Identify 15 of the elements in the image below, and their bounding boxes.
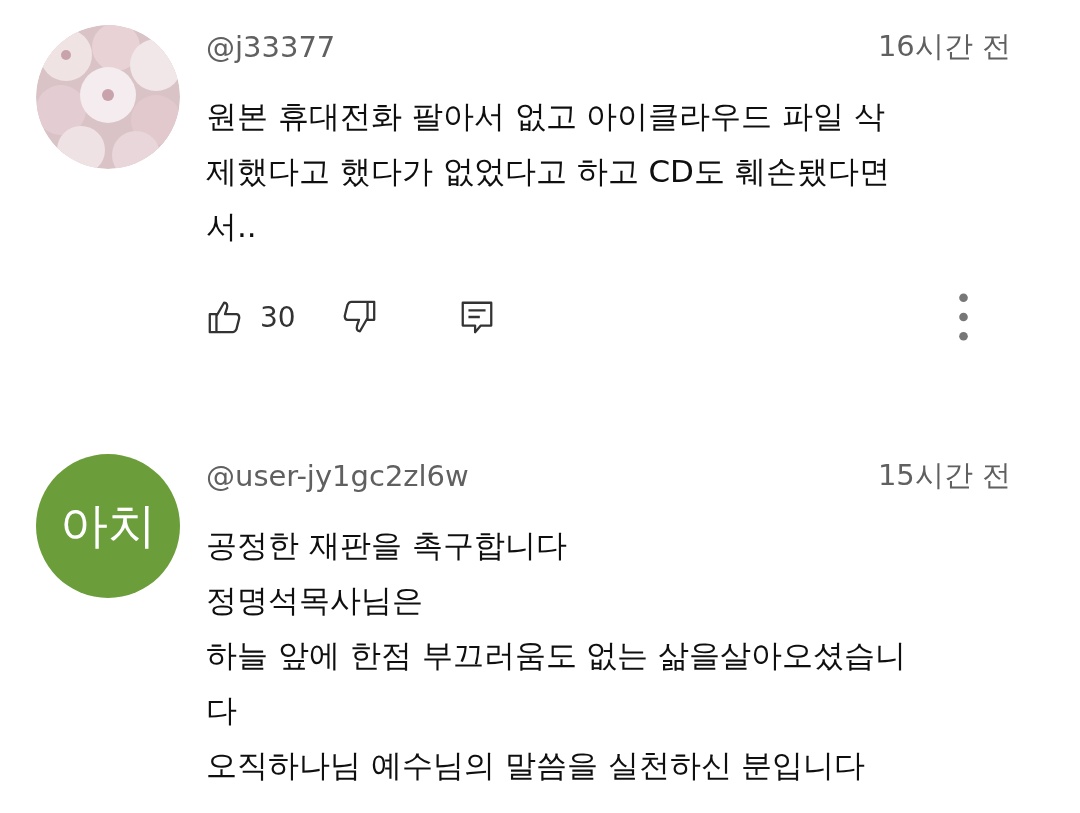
comment-line: 서..: [206, 207, 257, 246]
comment-line: 원본 휴대전화 팔아서 없고 아이클라우드 파일 삭: [206, 97, 886, 136]
comment-line: 다: [206, 691, 237, 730]
avatar[interactable]: 아치: [36, 454, 180, 598]
comment-line: 제했다고 했다가 없었다고 하고 CD도 훼손됐다면: [206, 152, 890, 191]
comment-line: 공정한 재판을 촉구합니다: [206, 526, 567, 565]
comment-line: 오직하나님 예수님의 말씀을 실천하신 분입니다: [206, 746, 866, 785]
comment-line: 하늘 앞에 한점 부끄러움도 없는 삶을살아오셨습니: [206, 636, 907, 675]
comment-line: 정명석목사님은: [206, 581, 423, 620]
like-count: 30: [260, 300, 296, 334]
username[interactable]: @user-jy1gc2zl6w: [206, 459, 469, 493]
more-icon[interactable]: [958, 293, 969, 341]
username[interactable]: @j33377: [206, 30, 336, 64]
timestamp: 15시간 전: [877, 457, 1011, 494]
timestamp: 16시간 전: [877, 28, 1011, 65]
